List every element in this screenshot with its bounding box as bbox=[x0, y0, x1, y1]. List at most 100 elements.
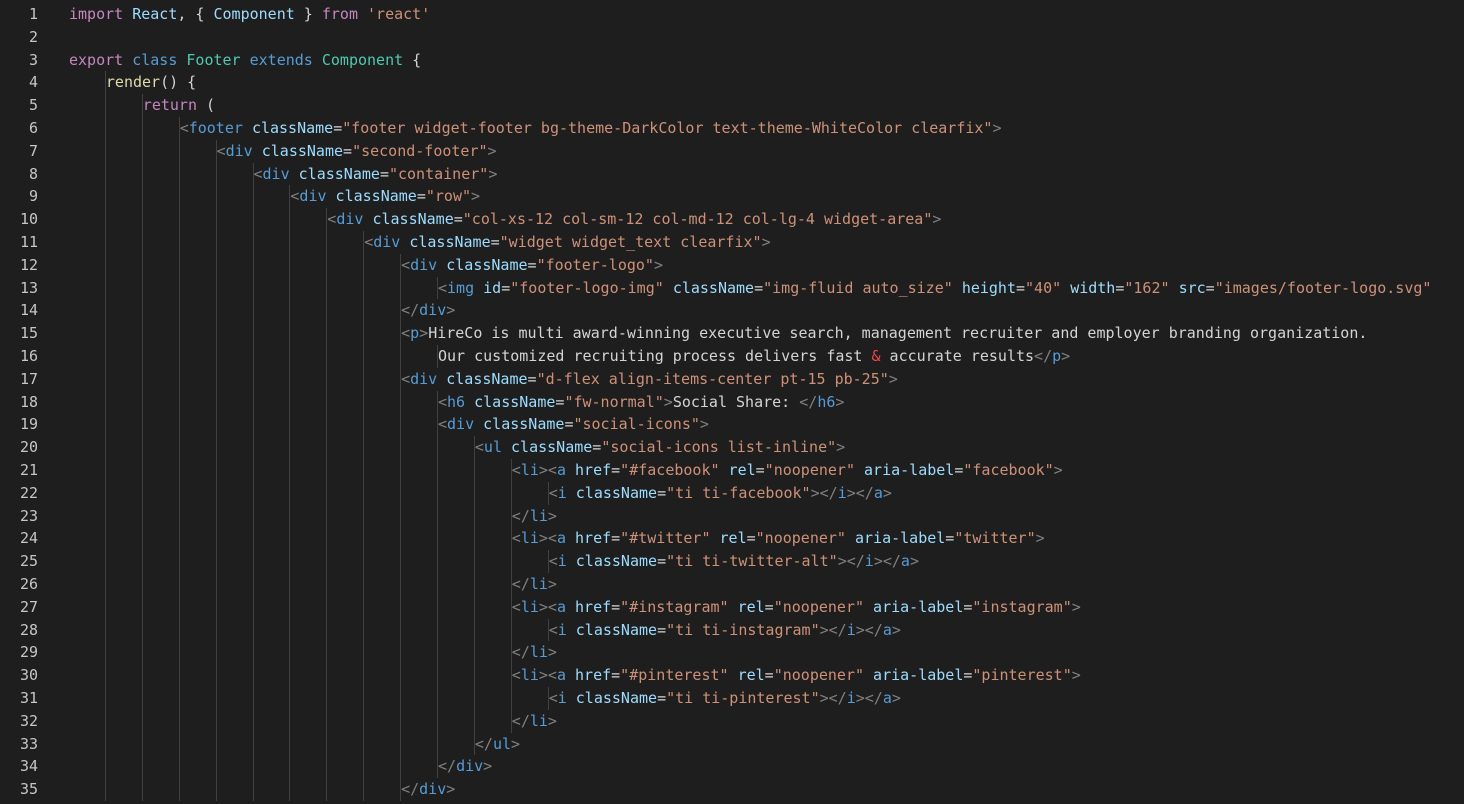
code-line[interactable]: <div className="second-footer"> bbox=[69, 139, 1464, 163]
code-token: = bbox=[343, 141, 353, 160]
indent-guide bbox=[104, 458, 106, 482]
line-number: 20 bbox=[19, 438, 38, 457]
indent-guide bbox=[326, 344, 328, 368]
code-token: height bbox=[961, 278, 1016, 297]
code-line[interactable]: <img id="footer-logo-img" className="img… bbox=[69, 276, 1464, 300]
indent-guide bbox=[178, 641, 180, 665]
code-line[interactable]: <div className="widget widget_text clear… bbox=[69, 230, 1464, 254]
code-token: </ bbox=[511, 643, 530, 662]
indent-guide bbox=[437, 527, 438, 551]
code-token: </ bbox=[401, 780, 420, 799]
code-token: "social-icons" bbox=[573, 415, 700, 434]
code-token: rel bbox=[728, 460, 756, 479]
indent-guide bbox=[215, 458, 217, 482]
code-line[interactable]: <li><a href="#facebook" rel="noopener" a… bbox=[69, 458, 1464, 482]
code-line[interactable]: <i className="ti ti-facebook"></i></a> bbox=[69, 481, 1464, 505]
code-line[interactable]: <div className="d-flex align-items-cente… bbox=[69, 367, 1464, 391]
indent-guide bbox=[104, 94, 106, 117]
indent-guide bbox=[326, 276, 328, 300]
indent-guide bbox=[289, 436, 291, 459]
code-line[interactable]: </li> bbox=[69, 709, 1464, 733]
code-line[interactable]: <li><a href="#pinterest" rel="noopener" … bbox=[69, 664, 1464, 687]
indent-guide bbox=[104, 344, 106, 368]
code-line[interactable]: <footer className="footer widget-footer … bbox=[69, 116, 1464, 140]
code-line[interactable]: <i className="ti ti-instagram"></i></a> bbox=[69, 618, 1464, 642]
code-line[interactable]: <ul className="social-icons list-inline"… bbox=[69, 436, 1464, 459]
indent-guide bbox=[141, 299, 143, 323]
code-line[interactable]: return ( bbox=[69, 94, 1464, 117]
indent-guide bbox=[215, 208, 217, 231]
code-line[interactable]: <div className="row"> bbox=[69, 185, 1464, 209]
line-number: 11 bbox=[19, 232, 38, 251]
code-line[interactable]: </div> bbox=[69, 778, 1464, 801]
code-line[interactable]: import React, { Component } from 'react' bbox=[69, 3, 1464, 26]
indent-guide bbox=[473, 572, 475, 596]
line-number: 30 bbox=[19, 666, 38, 685]
indent-guide bbox=[363, 595, 365, 619]
code-line[interactable]: export class Footer extends Component { bbox=[69, 49, 1464, 72]
code-line[interactable]: <p>HireCo is multi award-winning executi… bbox=[69, 322, 1464, 345]
code-line[interactable]: <i className="ti ti-pinterest"></i></a> bbox=[69, 686, 1464, 710]
code-token: ></ bbox=[846, 483, 874, 502]
code-line[interactable]: </div> bbox=[69, 755, 1464, 779]
code-token: "widget widget_text clearfix" bbox=[499, 232, 762, 251]
code-token: > bbox=[882, 483, 892, 502]
code-token: href bbox=[575, 597, 612, 616]
indent-guide bbox=[141, 276, 143, 300]
code-token: li bbox=[520, 529, 539, 548]
code-line[interactable]: <div className="container"> bbox=[69, 162, 1464, 186]
code-line-content: <li><a href="#instagram" rel="noopener" … bbox=[512, 596, 1081, 619]
code-token: </ bbox=[438, 757, 457, 776]
indent-guide bbox=[141, 322, 143, 345]
code-token: </ bbox=[511, 711, 530, 730]
code-editor[interactable]: 1 2 3 4 5 6 7 8 9 10 11 12 13 14 15 16 17 18 19 20 21 22 23 24 2… bbox=[0, 0, 1464, 804]
code-token: < bbox=[438, 392, 448, 411]
indent-guide bbox=[363, 618, 365, 642]
code-line[interactable]: render() { bbox=[69, 71, 1464, 95]
code-line-content: <li><a href="#pinterest" rel="noopener" … bbox=[512, 664, 1081, 687]
indent-guide bbox=[400, 572, 402, 596]
indent-guide bbox=[326, 732, 328, 756]
indent-guide bbox=[141, 755, 143, 779]
code-line[interactable]: <div className="footer-logo"> bbox=[69, 253, 1464, 277]
code-token: img bbox=[447, 278, 475, 297]
code-token: = bbox=[379, 164, 389, 183]
code-line[interactable]: </li> bbox=[69, 641, 1464, 665]
indent-guide bbox=[473, 504, 475, 528]
indent-guide bbox=[400, 550, 402, 573]
code-line[interactable]: Our customized recruiting process delive… bbox=[69, 344, 1464, 368]
code-line[interactable]: </div> bbox=[69, 299, 1464, 323]
line-number: 6 bbox=[28, 118, 38, 137]
code-token: export bbox=[69, 50, 124, 69]
indent-guide bbox=[104, 504, 106, 528]
code-line[interactable]: <li><a href="#twitter" rel="noopener" ar… bbox=[69, 527, 1464, 551]
code-token: = bbox=[945, 529, 955, 548]
code-token: div bbox=[419, 301, 447, 320]
code-line[interactable]: <i className="ti ti-twitter-alt"></i></a… bbox=[69, 550, 1464, 573]
indent-guide bbox=[326, 686, 328, 710]
indent-guide bbox=[141, 641, 143, 665]
code-line[interactable]: <li><a href="#instagram" rel="noopener" … bbox=[69, 595, 1464, 619]
code-token: ></ bbox=[837, 552, 865, 571]
code-token: i bbox=[846, 620, 856, 639]
code-line[interactable]: <div className="social-icons"> bbox=[69, 413, 1464, 437]
code-line[interactable]: </li> bbox=[69, 504, 1464, 528]
code-line[interactable]: </li> bbox=[69, 572, 1464, 596]
indent-guide bbox=[141, 572, 143, 596]
indent-guide bbox=[178, 390, 180, 414]
indent-guide bbox=[178, 458, 180, 482]
code-line-content: </li> bbox=[512, 710, 557, 733]
code-line[interactable]: <h6 className="fw-normal">Social Share: … bbox=[69, 390, 1464, 414]
indent-guide bbox=[363, 344, 365, 368]
code-token: = bbox=[592, 438, 602, 457]
code-line[interactable]: </ul> bbox=[69, 732, 1464, 756]
code-line[interactable] bbox=[69, 26, 1464, 49]
code-line[interactable]: <div className="col-xs-12 col-sm-12 col-… bbox=[69, 208, 1464, 231]
indent-guide bbox=[141, 550, 143, 573]
indent-guide bbox=[363, 504, 365, 528]
indent-guide bbox=[252, 230, 254, 254]
indent-guide bbox=[326, 618, 328, 642]
code-area[interactable]: import React, { Component } from 'react'… bbox=[69, 3, 1464, 801]
